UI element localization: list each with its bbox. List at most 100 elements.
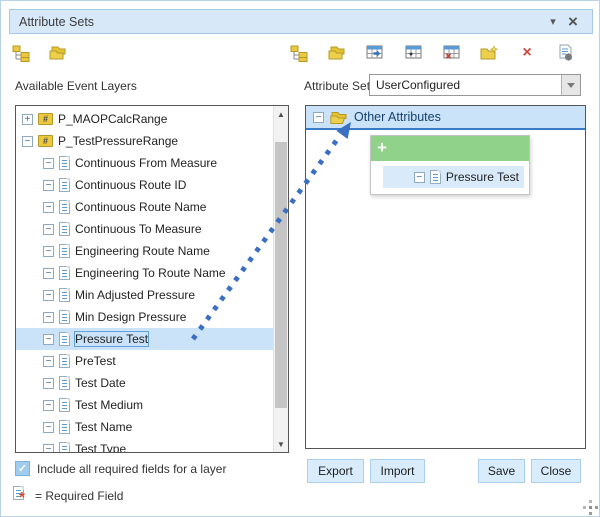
delete-icon[interactable]: × xyxy=(515,41,539,65)
tree-row-label: Pressure Test xyxy=(75,332,148,346)
field-icon xyxy=(59,178,70,192)
collapse-icon[interactable]: − xyxy=(43,356,54,367)
title-bar: Attribute Sets ▾ × xyxy=(9,9,593,34)
tree-row-field[interactable]: − Test Name xyxy=(16,416,273,438)
open-attribute-set-icon[interactable] xyxy=(46,41,70,65)
resize-grip[interactable] xyxy=(589,506,592,509)
tree-row-label: Continuous Route Name xyxy=(75,200,206,214)
field-icon xyxy=(59,200,70,214)
collapse-icon[interactable]: − xyxy=(43,312,54,323)
collapse-icon[interactable]: − xyxy=(43,268,54,279)
new-attribute-set-icon[interactable] xyxy=(9,41,33,65)
tree-row-field[interactable]: − Min Adjusted Pressure xyxy=(16,284,273,306)
tree-row-field[interactable]: − Continuous From Measure xyxy=(16,152,273,174)
tree-row-label: Min Design Pressure xyxy=(75,310,186,324)
field-icon xyxy=(59,244,70,258)
plus-icon: + xyxy=(377,138,387,157)
collapse-icon[interactable]: − xyxy=(43,400,54,411)
tree-row-label: Test Type xyxy=(75,442,126,453)
collapse-icon[interactable]: − xyxy=(43,334,54,345)
drag-ghost-item: − Pressure Test xyxy=(383,166,524,188)
save-button[interactable]: Save xyxy=(478,459,525,483)
new-attribute-set-icon[interactable] xyxy=(287,41,311,65)
tree-row-field[interactable]: − Test Medium xyxy=(16,394,273,416)
chevron-down-icon xyxy=(567,83,575,88)
tree-row-field[interactable]: − Test Type xyxy=(16,438,273,453)
tree-row-field[interactable]: − Continuous Route Name xyxy=(16,196,273,218)
available-layers-panel: + # P_MAOPCalcRange − # P_TestPressureRa… xyxy=(15,105,289,453)
tree-row-label: PreTest xyxy=(75,354,116,368)
tree-row-field[interactable]: − Min Design Pressure xyxy=(16,306,273,328)
include-required-checkbox[interactable]: ✓ xyxy=(15,461,30,476)
tree-row-field[interactable]: − Engineering Route Name xyxy=(16,240,273,262)
export-button[interactable]: Export xyxy=(307,459,364,483)
new-folder-icon[interactable] xyxy=(477,41,501,65)
collapse-icon[interactable]: − xyxy=(43,246,54,257)
tree-row-field-selected[interactable]: − Pressure Test xyxy=(16,328,273,350)
collapse-icon[interactable]: − xyxy=(22,136,33,147)
expand-icon[interactable]: + xyxy=(22,114,33,125)
collapse-icon[interactable]: − xyxy=(43,180,54,191)
scrollbar[interactable]: ▲ ▼ xyxy=(273,106,288,452)
tree-row-field[interactable]: − Engineering To Route Name xyxy=(16,262,273,284)
tree-row-label: Engineering Route Name xyxy=(75,244,210,258)
field-icon xyxy=(59,310,70,324)
event-layers-tree: + # P_MAOPCalcRange − # P_TestPressureRa… xyxy=(16,108,273,453)
collapse-caret-icon[interactable]: ▾ xyxy=(543,12,563,32)
collapse-icon[interactable]: − xyxy=(43,378,54,389)
properties-icon[interactable] xyxy=(553,41,577,65)
tree-row-label: Continuous Route ID xyxy=(75,178,186,192)
import-button[interactable]: Import xyxy=(370,459,425,483)
tree-row-label: Test Date xyxy=(75,376,126,390)
field-icon xyxy=(59,332,70,346)
other-attributes-row[interactable]: − Other Attributes xyxy=(306,106,585,130)
tree-row-field[interactable]: − Continuous To Measure xyxy=(16,218,273,240)
toolbar-left-group xyxy=(9,41,70,65)
collapse-icon: − xyxy=(414,172,425,183)
collapse-icon[interactable]: − xyxy=(43,158,54,169)
attribute-set-dropdown[interactable]: UserConfigured xyxy=(369,74,581,96)
open-folder-icon xyxy=(330,111,348,124)
tree-row-field[interactable]: − Continuous Route ID xyxy=(16,174,273,196)
field-icon xyxy=(59,266,70,280)
dialog-title: Attribute Sets xyxy=(19,15,543,29)
tree-row-layer[interactable]: + # P_MAOPCalcRange xyxy=(16,108,273,130)
required-asterisk-icon: * xyxy=(19,490,25,505)
attribute-set-panel: − Other Attributes + − Pressure Test xyxy=(305,105,586,449)
tree-row-field[interactable]: − PreTest xyxy=(16,350,273,372)
tree-row-label: Test Name xyxy=(75,420,132,434)
field-icon xyxy=(59,222,70,236)
dropdown-arrow-button[interactable] xyxy=(561,75,580,95)
scroll-up-icon[interactable]: ▲ xyxy=(274,106,288,122)
tree-row-label: P_MAOPCalcRange xyxy=(58,112,167,126)
close-button[interactable]: Close xyxy=(531,459,581,483)
tree-row-layer[interactable]: − # P_TestPressureRange xyxy=(16,130,273,152)
event-layer-icon: # xyxy=(38,113,53,125)
close-icon[interactable]: × xyxy=(563,12,583,32)
field-icon xyxy=(59,156,70,170)
add-table-icon[interactable] xyxy=(401,41,425,65)
attribute-sets-dialog: Attribute Sets ▾ × xyxy=(0,0,600,517)
toolbar-right-group: × xyxy=(287,41,591,65)
import-table-icon[interactable] xyxy=(363,41,387,65)
collapse-icon[interactable]: − xyxy=(313,112,324,123)
check-icon: ✓ xyxy=(18,462,27,475)
other-attributes-label: Other Attributes xyxy=(354,110,441,124)
collapse-icon[interactable]: − xyxy=(43,290,54,301)
scrollbar-thumb[interactable] xyxy=(275,142,287,408)
collapse-icon[interactable]: − xyxy=(43,224,54,235)
collapse-icon[interactable]: − xyxy=(43,422,54,433)
available-event-layers-label: Available Event Layers xyxy=(15,79,137,93)
field-icon xyxy=(59,354,70,368)
field-icon xyxy=(59,442,70,453)
field-icon xyxy=(430,170,441,184)
toolbar: × xyxy=(9,39,591,67)
collapse-icon[interactable]: − xyxy=(43,444,54,454)
open-attribute-set-icon[interactable] xyxy=(325,41,349,65)
attribute-set-value: UserConfigured xyxy=(370,75,561,95)
tree-row-field[interactable]: − Test Date xyxy=(16,372,273,394)
remove-table-icon[interactable] xyxy=(439,41,463,65)
scroll-down-icon[interactable]: ▼ xyxy=(274,436,288,452)
required-field-legend: = Required Field xyxy=(35,489,123,503)
collapse-icon[interactable]: − xyxy=(43,202,54,213)
